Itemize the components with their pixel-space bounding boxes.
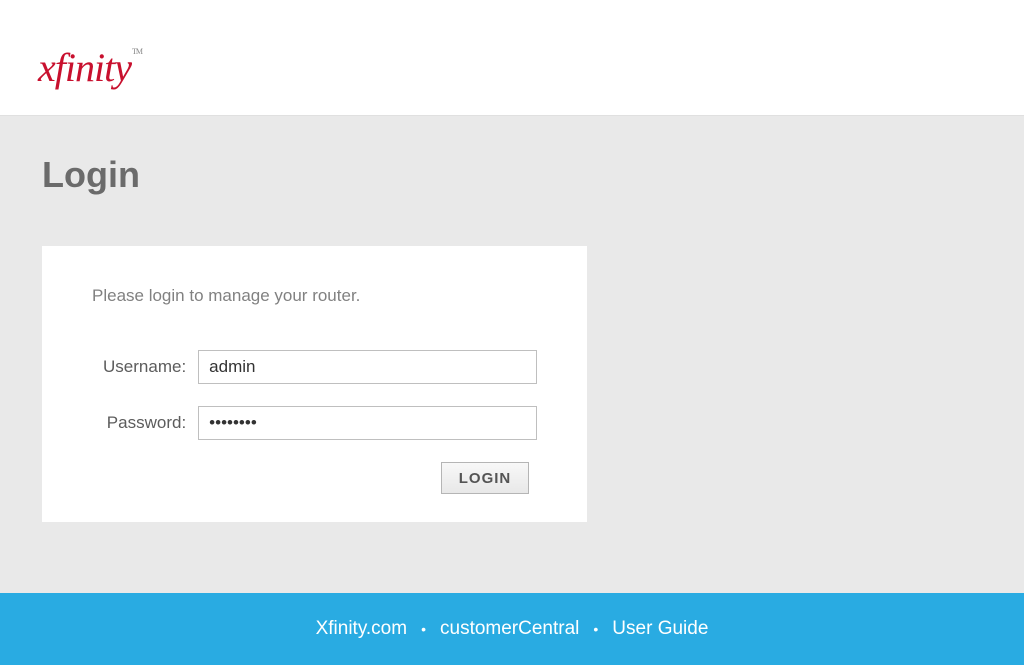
xfinity-logo: xfinityTM <box>38 48 1024 88</box>
button-row: LOGIN <box>92 462 537 494</box>
logo-text: xfinity <box>38 45 131 90</box>
footer-link-user-guide[interactable]: User Guide <box>612 618 708 640</box>
password-row: Password: <box>92 406 537 440</box>
logo-trademark: TM <box>132 47 142 56</box>
footer-separator: • <box>593 621 598 637</box>
footer-link-customer-central[interactable]: customerCentral <box>440 618 579 640</box>
password-input[interactable] <box>198 406 537 440</box>
footer-separator: • <box>421 621 426 637</box>
header: xfinityTM <box>0 0 1024 116</box>
footer: Xfinity.com • customerCentral • User Gui… <box>0 593 1024 665</box>
page-title: Login <box>42 154 1024 196</box>
content-area: Login Please login to manage your router… <box>0 116 1024 522</box>
login-button[interactable]: LOGIN <box>441 462 529 494</box>
username-label: Username: <box>92 357 198 377</box>
username-row: Username: <box>92 350 537 384</box>
login-card: Please login to manage your router. User… <box>42 246 587 522</box>
username-input[interactable] <box>198 350 537 384</box>
footer-link-xfinity[interactable]: Xfinity.com <box>316 618 408 640</box>
password-label: Password: <box>92 413 198 433</box>
login-instruction: Please login to manage your router. <box>92 286 537 306</box>
